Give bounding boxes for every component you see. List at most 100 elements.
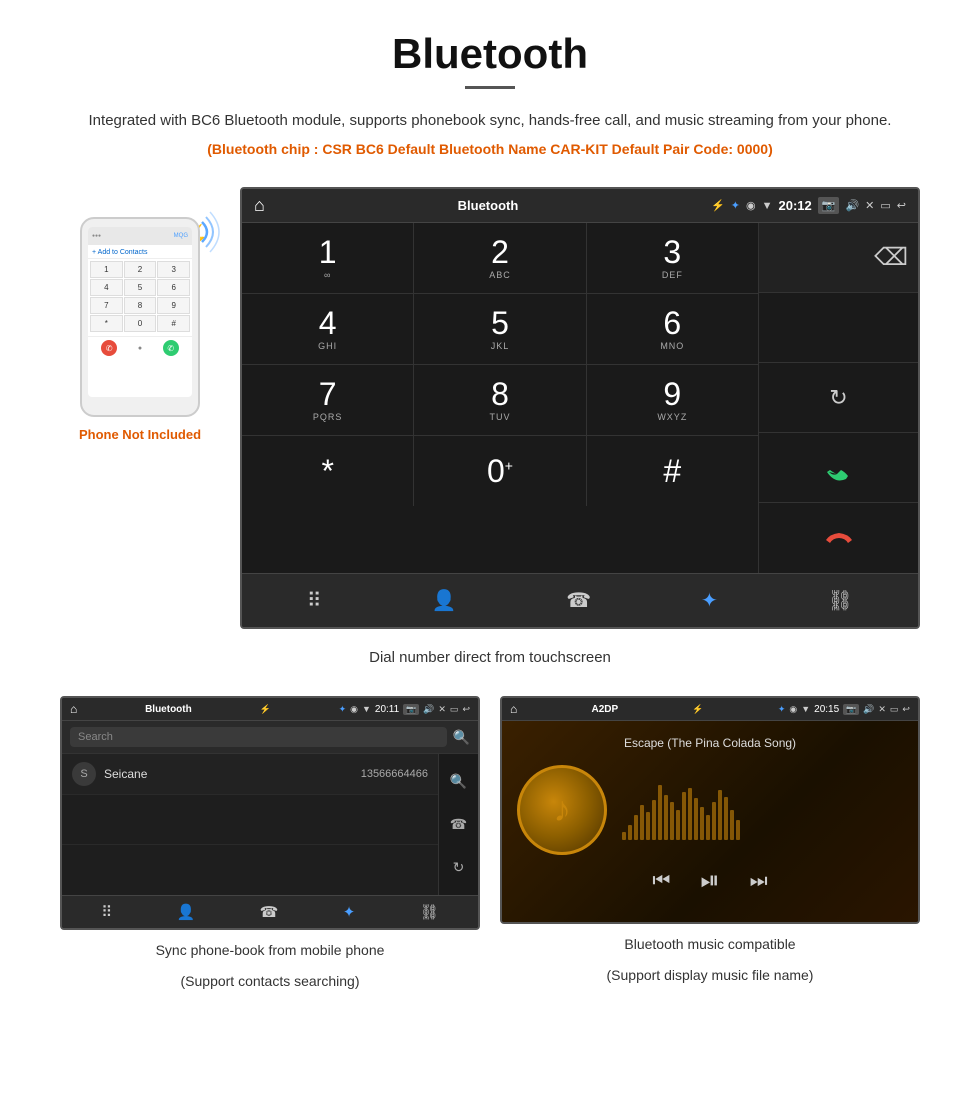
music-status-bar: ⌂ A2DP ⚡ ✦ ◉ ▼ 20:15 📷 🔊 ✕ ▭ ↩ — [502, 698, 918, 721]
pb-nav-dialpad[interactable]: ⠿ — [101, 903, 112, 921]
pb-x-icon: ✕ — [438, 704, 446, 715]
mu-x-icon: ✕ — [878, 704, 886, 715]
key-0[interactable]: 0+ — [414, 436, 586, 506]
pb-win-icon: ▭ — [450, 704, 459, 715]
phone-dial-key: * — [90, 315, 123, 332]
key-hash[interactable]: # — [587, 436, 758, 506]
pb-nav-contacts[interactable]: 👤 — [177, 903, 196, 921]
next-track-button[interactable]: ⏭ — [750, 870, 768, 893]
mu-cam-icon: 📷 — [843, 704, 859, 715]
status-title: Bluetooth — [458, 198, 519, 213]
search-icon-btn[interactable]: 🔍 — [453, 729, 470, 746]
volume-icon: 🔊 — [845, 199, 859, 212]
main-caption: Dial number direct from touchscreen — [0, 639, 980, 676]
nav-contacts-icon[interactable]: 👤 — [423, 584, 464, 617]
viz-bar — [700, 807, 704, 840]
camera-icon: 📷 — [818, 197, 840, 214]
phonebook-entry[interactable]: S Seicane 13566664466 — [62, 754, 438, 795]
phonebook-time: 20:11 — [375, 704, 399, 715]
viz-bar — [670, 802, 674, 840]
search-action-icon[interactable]: 🔍 — [450, 773, 467, 790]
phone-dial-key: 6 — [157, 279, 190, 296]
phone-bottom-bar: ✆ ● ✆ — [88, 336, 192, 359]
phone-dialpad: 1 2 3 4 5 6 7 8 9 * 0 # — [88, 259, 192, 334]
pb-nav-phone[interactable]: ☎ — [260, 903, 279, 921]
back-icon[interactable]: ↩ — [897, 199, 906, 212]
key-2[interactable]: 2 ABC — [414, 223, 586, 293]
phone-dial-key: 3 — [157, 261, 190, 278]
phone-dial-key: 2 — [124, 261, 157, 278]
phone-call-btn: ✆ — [163, 340, 179, 356]
phonebook-bottom-nav: ⠿ 👤 ☎ ✦ ⛓ — [62, 895, 478, 928]
nav-dialpad-icon[interactable]: ⠿ — [299, 584, 330, 617]
prev-track-button[interactable]: ⏮ — [652, 870, 670, 893]
dialer-row-1: 1 ∞ 2 ABC 3 DEF — [242, 223, 758, 294]
mu-win-icon: ▭ — [890, 704, 899, 715]
redial-button[interactable]: ↻ — [759, 363, 918, 433]
nav-bluetooth-icon[interactable]: ✦ — [693, 584, 726, 617]
phonebook-status-right: ✦ ◉ ▼ 20:11 📷 🔊 ✕ ▭ ↩ — [339, 704, 470, 715]
key-1[interactable]: 1 ∞ — [242, 223, 414, 293]
key-8[interactable]: 8 TUV — [414, 365, 586, 435]
viz-bar — [682, 792, 686, 840]
play-pause-button[interactable]: ⏯ — [700, 867, 719, 895]
viz-bar — [622, 832, 626, 840]
phonebook-area: S Seicane 13566664466 🔍 ☎ ↻ — [62, 754, 478, 895]
viz-bar — [646, 812, 650, 840]
signal-icon: ▼ — [762, 200, 773, 212]
phonebook-caption-main: Sync phone-book from mobile phone — [156, 940, 385, 961]
dialer-row-4: * 0+ # — [242, 436, 758, 506]
pb-bt-icon: ✦ — [339, 704, 347, 715]
pb-nav-bt[interactable]: ✦ — [343, 903, 356, 921]
pb-nav-link[interactable]: ⛓ — [420, 903, 439, 921]
phonebook-item: ⌂ Bluetooth ⚡ ✦ ◉ ▼ 20:11 📷 🔊 ✕ ▭ ↩ Sear… — [60, 696, 480, 992]
pb-signal-icon: ▼ — [362, 704, 371, 714]
answer-call-icon — [821, 450, 857, 486]
call-action-icon[interactable]: ☎ — [450, 816, 467, 833]
empty-row — [62, 795, 438, 845]
key-7[interactable]: 7 PQRS — [242, 365, 414, 435]
viz-bar — [628, 825, 632, 840]
viz-bar — [658, 785, 662, 840]
call-answer-button[interactable] — [759, 433, 918, 503]
pb-back-icon[interactable]: ↩ — [462, 704, 470, 715]
number-display: ⌫ — [759, 223, 918, 293]
bottom-screenshots: ⌂ Bluetooth ⚡ ✦ ◉ ▼ 20:11 📷 🔊 ✕ ▭ ↩ Sear… — [0, 696, 980, 1012]
key-4[interactable]: 4 GHI — [242, 294, 414, 364]
phone-screen: ●●● MQG + Add to Contacts 1 2 3 4 5 6 7 … — [88, 227, 192, 397]
entry-initial: S — [72, 762, 96, 786]
main-screenshot-area: ⚡ ●●● MQG + Add to Contacts 1 2 3 — [0, 167, 980, 639]
album-art: ♪ — [517, 765, 607, 855]
viz-bar — [730, 810, 734, 840]
phone-device: ●●● MQG + Add to Contacts 1 2 3 4 5 6 7 … — [80, 217, 200, 417]
refresh-action-icon[interactable]: ↻ — [453, 859, 465, 876]
nav-link-icon[interactable]: ⛓ — [820, 584, 861, 617]
phone-dial-key: 9 — [157, 297, 190, 314]
viz-bar — [736, 820, 740, 840]
visualizer — [622, 780, 903, 840]
key-5[interactable]: 5 JKL — [414, 294, 586, 364]
music-screen: ⌂ A2DP ⚡ ✦ ◉ ▼ 20:15 📷 🔊 ✕ ▭ ↩ Escape (T… — [500, 696, 920, 924]
key-9[interactable]: 9 WXYZ — [587, 365, 758, 435]
car-dialer-screen: ⌂ Bluetooth ⚡ ✦ ◉ ▼ 20:12 📷 🔊 ✕ ▭ ↩ — [240, 187, 920, 629]
key-6[interactable]: 6 MNO — [587, 294, 758, 364]
key-star[interactable]: * — [242, 436, 414, 506]
phone-illustration: ⚡ ●●● MQG + Add to Contacts 1 2 3 — [60, 187, 220, 442]
key-3[interactable]: 3 DEF — [587, 223, 758, 293]
backspace-button[interactable]: ⌫ — [874, 243, 908, 272]
phonebook-caption-sub: (Support contacts searching) — [181, 971, 360, 992]
viz-bar — [652, 800, 656, 840]
search-box[interactable]: Search — [70, 727, 447, 747]
end-call-icon — [821, 520, 857, 556]
phone-dial-key: 8 — [124, 297, 157, 314]
end-call-button[interactable] — [759, 503, 918, 573]
dialer-keys: 1 ∞ 2 ABC 3 DEF 4 GHI — [242, 223, 758, 573]
phonebook-status-bar: ⌂ Bluetooth ⚡ ✦ ◉ ▼ 20:11 📷 🔊 ✕ ▭ ↩ — [62, 698, 478, 721]
viz-bar — [640, 805, 644, 840]
dialer-side: ⌫ ↻ — [758, 223, 918, 573]
mu-back-icon[interactable]: ↩ — [902, 704, 910, 715]
side-empty-row2 — [759, 293, 918, 363]
nav-phone-icon[interactable]: ☎ — [558, 584, 599, 617]
phone-end-btn: ✆ — [101, 340, 117, 356]
viz-bar — [664, 795, 668, 840]
